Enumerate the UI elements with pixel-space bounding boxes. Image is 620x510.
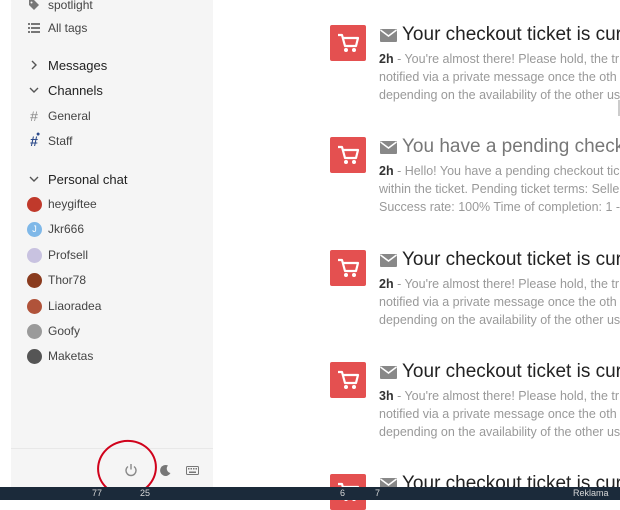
avatar [27, 272, 42, 288]
notification-title-text: Your checkout ticket is curr [402, 24, 620, 45]
chat-label: Profsell [48, 248, 89, 262]
notification-body: 2h - You're almost there! Please hold, t… [379, 275, 620, 329]
chat-item-profsell[interactable]: Profsell [11, 244, 213, 266]
section-label: Personal chat [48, 171, 128, 187]
avatar [27, 323, 42, 339]
sidebar-item-all-tags[interactable]: All tags [11, 17, 213, 39]
hash-lock-icon: # ● [30, 131, 41, 149]
taskbar: 77 25 6 7 Reklama [0, 487, 620, 500]
chat-label: Thor78 [48, 273, 87, 287]
keyboard-icon[interactable] [183, 463, 201, 477]
channel-label: Staff [48, 134, 73, 148]
chat-item-goofy[interactable]: Goofy [11, 320, 213, 342]
notification-line: - You're almost there! Please hold, the … [393, 389, 620, 403]
notification-time: 2h [379, 52, 394, 66]
channel-item-general[interactable]: # General [11, 105, 213, 127]
avatar [27, 348, 42, 364]
notification-line: depending on the availability of the oth… [379, 313, 620, 327]
tag-icon [27, 0, 41, 12]
notification-time: 2h [379, 277, 394, 291]
sidebar-item-label: All tags [48, 21, 88, 35]
notification-body: 2h - You're almost there! Please hold, t… [379, 50, 620, 104]
hash-icon: # [30, 108, 38, 124]
taskbar-count: 7 [375, 488, 381, 498]
sidebar: spotlight All tags Messages Channels # G… [11, 0, 214, 488]
notification-line: notified via a private message once the … [379, 407, 617, 421]
avatar [27, 247, 42, 263]
avatar [27, 196, 42, 212]
cart-icon [330, 25, 366, 61]
chevron-down-icon [27, 83, 41, 97]
section-personal-chat[interactable]: Personal chat [11, 168, 213, 190]
notification-body: 3h - You're almost there! Please hold, t… [379, 387, 620, 441]
taskbar-count: 25 [140, 488, 151, 498]
notification-time: 2h [379, 164, 394, 178]
chat-label: Goofy [48, 324, 81, 338]
chat-item-maketas[interactable]: Maketas [11, 345, 213, 367]
envelope-icon [380, 28, 397, 42]
channel-label: General [48, 109, 91, 123]
taskbar-count: 6 [340, 488, 346, 498]
cart-icon [330, 137, 366, 173]
sidebar-item-label: spotlight [48, 0, 93, 12]
section-label: Messages [48, 57, 108, 73]
notification-line: Success rate: 100% Time of completion: 1… [379, 200, 620, 214]
envelope-icon [380, 253, 397, 267]
notification-line: within the ticket. Pending ticket terms:… [379, 182, 620, 196]
notification-line: notified via a private message once the … [379, 70, 617, 84]
envelope-icon [380, 140, 397, 154]
notification-line: - You're almost there! Please hold, the … [393, 52, 620, 66]
section-channels[interactable]: Channels [11, 79, 213, 101]
cart-icon [330, 362, 366, 398]
section-messages[interactable]: Messages [11, 54, 213, 76]
chat-item-thor78[interactable]: Thor78 [11, 269, 213, 291]
chat-item-heygiftee[interactable]: heygiftee [11, 193, 213, 215]
cart-icon [330, 250, 366, 286]
chat-label: Liaoradea [48, 299, 102, 313]
sidebar-item-spotlight[interactable]: spotlight [11, 0, 213, 16]
moon-icon[interactable] [156, 463, 174, 477]
notification-line: - You're almost there! Please hold, the … [393, 277, 620, 291]
notification-title-text: You have a pending checko [402, 136, 620, 157]
taskbar-label: Reklama [573, 488, 609, 498]
notifications-panel: Your checkout ticket is curr 2h - You're… [213, 0, 620, 510]
chat-item-jkr666[interactable]: J Jkr666 [11, 218, 213, 240]
chat-label: heygiftee [48, 197, 97, 211]
chat-label: Maketas [48, 349, 94, 363]
notification-title-text: Your checkout ticket is curr [402, 249, 620, 270]
notification-body: 2h - Hello! You have a pending checkout … [379, 162, 620, 216]
chevron-right-icon [27, 58, 41, 72]
taskbar-count: 77 [92, 488, 103, 498]
channel-item-staff[interactable]: # ● Staff [11, 130, 213, 152]
notification-title: You have a pending checko [380, 136, 620, 158]
notification-title: Your checkout ticket is curr [380, 249, 620, 271]
notification-title-text: Your checkout ticket is curr [402, 361, 620, 382]
chevron-down-icon [27, 172, 41, 186]
notification-line: depending on the availability of the oth… [379, 88, 620, 102]
notification-line: depending on the availability of the oth… [379, 425, 620, 439]
avatar: J [27, 221, 42, 237]
notification-title: Your checkout ticket is curr [380, 361, 620, 383]
notification-line: notified via a private message once the … [379, 295, 617, 309]
avatar [27, 298, 42, 314]
notification-line: - Hello! You have a pending checkout tic [393, 164, 620, 178]
envelope-icon [380, 365, 397, 379]
section-label: Channels [48, 82, 103, 98]
list-icon [27, 21, 41, 35]
chat-label: Jkr666 [48, 222, 85, 236]
chat-item-liaoradea[interactable]: Liaoradea [11, 295, 213, 317]
notification-time: 3h [379, 389, 394, 403]
notification-title: Your checkout ticket is curr [380, 24, 620, 46]
